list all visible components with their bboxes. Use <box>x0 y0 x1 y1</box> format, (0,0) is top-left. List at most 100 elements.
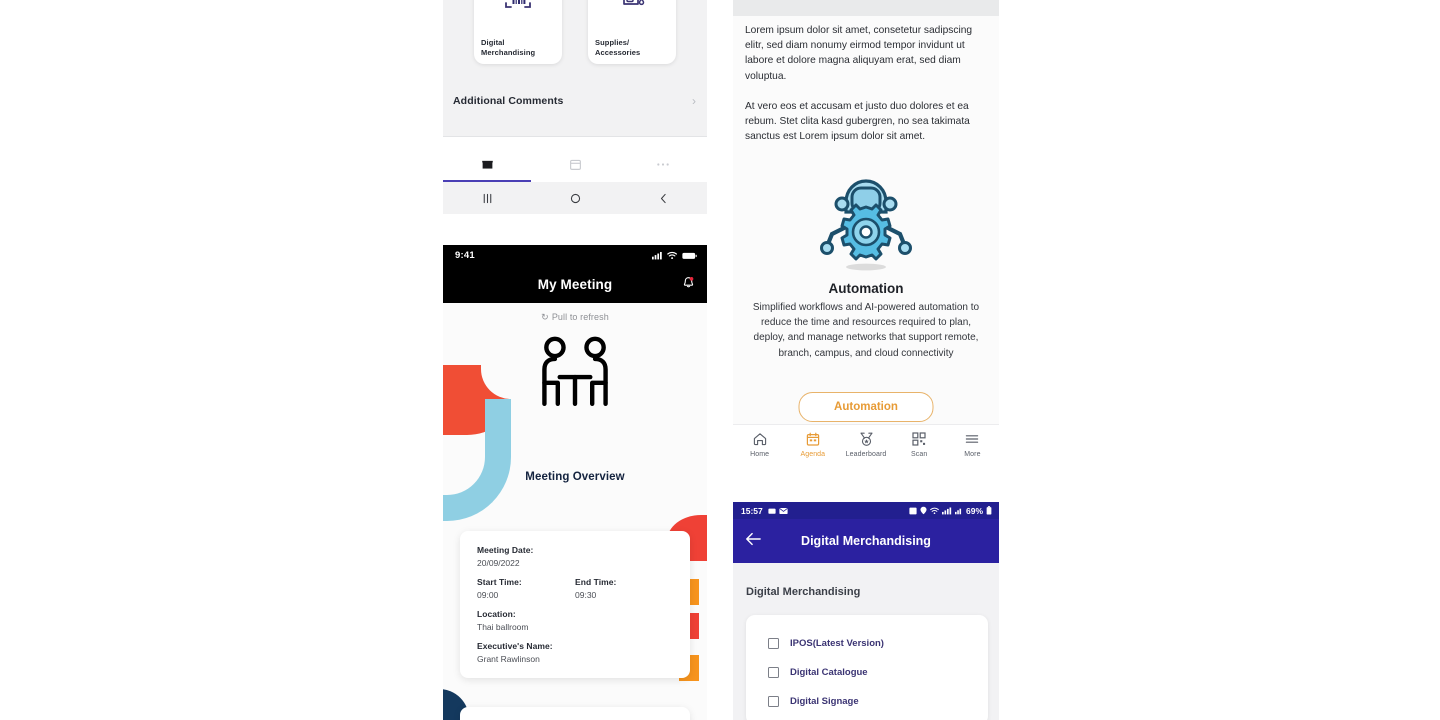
checkbox-icon[interactable] <box>768 667 779 678</box>
bottom-tabbar <box>443 146 707 182</box>
tab-home[interactable]: Home <box>733 425 786 458</box>
camera-icon <box>768 508 776 514</box>
store-icon <box>481 160 493 169</box>
tile-digital-merchandising[interactable]: Digital Merchandising <box>474 0 562 64</box>
my-meeting-panel: 9:41 My Meeting ↻ Pull to refresh Meetin… <box>443 245 707 720</box>
meeting-body: ↻ Pull to refresh Meeting Overview Meeti… <box>443 303 707 720</box>
executive-value: Grant Rawlinson <box>477 654 540 664</box>
android-navigation-bar <box>443 182 707 214</box>
location-label: Location: <box>477 609 516 619</box>
status-left-icons <box>768 507 788 515</box>
pull-to-refresh-text: Pull to refresh <box>551 312 609 322</box>
checkbox-label: Digital Signage <box>790 696 859 707</box>
tab-leaderboard[interactable]: Leaderboard <box>839 425 892 458</box>
tab-label: Scan <box>911 451 928 458</box>
notification-bell-icon[interactable] <box>681 275 696 295</box>
meeting-date-label: Meeting Date: <box>477 545 534 555</box>
tab-more[interactable] <box>619 146 707 182</box>
medal-icon <box>860 432 872 446</box>
tile-label: Supplies/Accessories <box>595 38 641 57</box>
checkbox-label: IPOS(Latest Version) <box>790 638 884 649</box>
home-circle-icon[interactable] <box>531 192 619 205</box>
spacer <box>443 137 707 146</box>
more-dots-icon <box>657 162 669 166</box>
background-ghost-text: EVENT <box>733 468 999 470</box>
hamburger-more-icon <box>966 435 979 443</box>
start-time-label: Start Time: <box>477 577 522 587</box>
qr-scan-icon <box>912 432 926 446</box>
cellular-signal-icon <box>652 251 662 260</box>
status-right-icons: 69% <box>909 506 992 516</box>
status-icons <box>652 251 697 260</box>
checkbox-row[interactable]: IPOS(Latest Version) <box>768 638 884 649</box>
location-pin-icon <box>920 506 927 515</box>
page-title: Digital Merchandising <box>801 534 931 548</box>
tile-supplies-accessories[interactable]: Supplies/Accessories <box>588 0 676 64</box>
meeting-card[interactable]: Meeting Date: 20/09/2022 Start Time: 09:… <box>460 531 690 678</box>
android-status-bar: 15:57 69% <box>733 502 999 519</box>
dm-body: Digital Merchandising IPOS(Latest Versio… <box>733 563 999 720</box>
recents-icon[interactable] <box>443 192 531 205</box>
tab-store[interactable] <box>443 146 531 182</box>
back-arrow-icon[interactable] <box>745 532 761 551</box>
event-bottom-tabbar: Home Agenda Leaderboard Scan More <box>733 424 999 470</box>
tab-agenda[interactable]: Agenda <box>786 425 839 458</box>
back-chevron-icon[interactable] <box>619 192 707 205</box>
location-value: Thai ballroom <box>477 622 529 632</box>
tab-scan[interactable]: Scan <box>893 425 946 458</box>
end-time-label: End Time: <box>575 577 617 587</box>
chevron-right-icon: › <box>692 94 696 108</box>
meeting-times-row: Start Time: 09:00 End Time: 09:30 <box>477 577 673 600</box>
checkbox-icon[interactable] <box>768 696 779 707</box>
signal-icon <box>941 507 952 514</box>
supplies-icon <box>617 0 647 15</box>
additional-comments-row[interactable]: Additional Comments › <box>443 83 707 119</box>
panel-bottom-edge <box>443 214 707 220</box>
section-title: Digital Merchandising <box>746 586 861 598</box>
decor-blue-arc <box>443 399 511 521</box>
cellular-icon <box>954 508 962 514</box>
calendar-icon <box>569 159 581 170</box>
tab-more[interactable]: More <box>946 425 999 458</box>
wifi-icon <box>667 251 678 260</box>
additional-comments-label: Additional Comments <box>453 95 564 107</box>
lorem-paragraph-2: At vero eos et accusam et justo duo dolo… <box>745 101 970 143</box>
digital-merchandising-panel: 15:57 69% Digital Merchandising Digital … <box>733 502 999 720</box>
executive-label: Executive's Name: <box>477 641 553 651</box>
home-icon <box>753 433 766 446</box>
dm-header: Digital Merchandising <box>733 519 999 563</box>
ios-status-bar: 9:41 <box>443 245 707 266</box>
robot-gear-automation-icon <box>818 172 914 277</box>
automation-button[interactable]: Automation <box>798 392 934 422</box>
end-time-value: 09:30 <box>575 590 597 600</box>
store-visit-panel: Digital Merchandising Supplies/Accessorie… <box>443 0 707 220</box>
image-icon <box>909 507 917 514</box>
checkbox-label: Digital Catalogue <box>790 667 868 678</box>
tab-label: Agenda <box>800 451 826 458</box>
status-time: 9:41 <box>455 250 475 261</box>
checkbox-row[interactable]: Digital Signage <box>768 696 859 707</box>
mail-icon <box>779 507 788 514</box>
meeting-date-value: 20/09/2022 <box>477 558 520 568</box>
calendar-agenda-icon <box>806 432 819 446</box>
panel-top-fade <box>733 0 999 16</box>
meeting-card[interactable]: Meeting Date: 21/09/2022 Start Time: End… <box>460 707 690 720</box>
checkbox-row[interactable]: Digital Catalogue <box>768 667 868 678</box>
end-time-block: End Time: 09:30 <box>575 577 673 600</box>
tab-label: More <box>964 451 981 458</box>
automation-panel: Lorem ipsum dolor sit amet, consetetur s… <box>733 0 999 470</box>
tab-calendar[interactable] <box>531 146 619 182</box>
checkbox-icon[interactable] <box>768 638 779 649</box>
tile-label: Digital Merchandising <box>481 38 536 57</box>
executive-block: Executive's Name: Grant Rawlinson <box>477 641 673 664</box>
meeting-people-table-icon <box>531 335 619 426</box>
screenshot-canvas: Digital Merchandising Supplies/Accessorie… <box>0 0 1440 720</box>
tab-label: Home <box>750 451 770 458</box>
pull-to-refresh-label: ↻ Pull to refresh <box>443 312 707 323</box>
checkbox-card: IPOS(Latest Version) Digital Catalogue D… <box>746 615 988 720</box>
battery-percent: 69% <box>965 505 983 516</box>
status-time: 15:57 <box>741 505 763 516</box>
meeting-header: My Meeting <box>443 266 707 303</box>
refresh-spinner-icon: ↻ <box>541 312 549 322</box>
category-tiles: Digital Merchandising Supplies/Accessorie… <box>443 0 707 64</box>
